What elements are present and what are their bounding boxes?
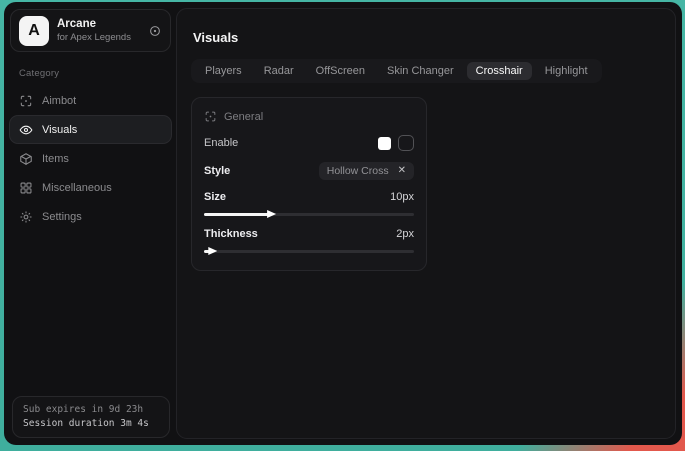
tab-crosshair[interactable]: Crosshair — [467, 62, 532, 80]
brand-name: Arcane — [57, 17, 140, 31]
sidebar-nav: Aimbot Visuals Items — [10, 87, 171, 230]
slider-track[interactable] — [204, 213, 414, 216]
thickness-row: Thickness 2px — [204, 228, 414, 240]
close-icon[interactable]: ✕ — [398, 166, 406, 176]
category-label: Category — [19, 68, 171, 79]
visuals-tabbar: Players Radar OffScreen Skin Changer Cro… — [191, 59, 602, 83]
color-swatch[interactable] — [378, 137, 391, 150]
card-title: General — [224, 111, 263, 123]
tab-radar[interactable]: Radar — [255, 62, 303, 80]
slider-thumb[interactable] — [208, 247, 217, 255]
sidebar-item-label: Miscellaneous — [42, 182, 112, 194]
brand-card: A Arcane for Apex Legends — [10, 9, 171, 52]
brand-subtitle: for Apex Legends — [57, 32, 140, 44]
enable-row: Enable — [204, 135, 414, 151]
tab-skin-changer[interactable]: Skin Changer — [378, 62, 463, 80]
tab-offscreen[interactable]: OffScreen — [307, 62, 374, 80]
sidebar-item-label: Visuals — [42, 124, 77, 136]
page-title: Visuals — [193, 30, 661, 45]
sidebar-item-visuals[interactable]: Visuals — [10, 116, 171, 143]
scan-icon — [204, 110, 217, 123]
session-duration-text: Session duration 3m 4s — [23, 418, 159, 429]
slider-thumb[interactable] — [267, 210, 276, 218]
subscription-info-card: Sub expires in 9d 23h Session duration 3… — [12, 396, 170, 438]
enable-label: Enable — [204, 137, 238, 149]
sidebar-item-label: Settings — [42, 211, 82, 223]
sidebar-item-items[interactable]: Items — [10, 145, 171, 172]
brand-logo: A — [19, 16, 49, 46]
sidebar-item-label: Items — [42, 153, 69, 165]
card-header: General — [204, 110, 414, 123]
main-panel: Visuals Players Radar OffScreen Skin Cha… — [176, 8, 676, 439]
enable-checkbox[interactable] — [398, 135, 414, 151]
style-value: Hollow Cross — [327, 165, 389, 177]
tab-players[interactable]: Players — [196, 62, 251, 80]
general-settings-card: General Enable Style Hollow Cross ✕ Size… — [191, 97, 427, 271]
tab-highlight[interactable]: Highlight — [536, 62, 597, 80]
size-row: Size 10px — [204, 191, 414, 203]
style-label: Style — [204, 165, 230, 177]
target-icon — [148, 24, 162, 38]
sidebar-item-aimbot[interactable]: Aimbot — [10, 87, 171, 114]
style-dropdown[interactable]: Hollow Cross ✕ — [319, 162, 414, 180]
thickness-value: 2px — [396, 228, 414, 240]
slider-fill — [204, 250, 210, 253]
thickness-slider[interactable] — [204, 246, 414, 256]
app-window: A Arcane for Apex Legends Category — [4, 2, 682, 445]
sidebar-item-miscellaneous[interactable]: Miscellaneous — [10, 174, 171, 201]
brand-text: Arcane for Apex Legends — [57, 17, 140, 43]
sub-expires-text: Sub expires in 9d 23h — [23, 404, 159, 415]
sidebar-item-label: Aimbot — [42, 95, 76, 107]
style-row: Style Hollow Cross ✕ — [204, 162, 414, 180]
gear-icon — [19, 210, 33, 224]
size-label: Size — [204, 191, 226, 203]
slider-track[interactable] — [204, 250, 414, 253]
crosshair-scan-icon — [19, 94, 33, 108]
cube-icon — [19, 152, 33, 166]
grid-icon — [19, 181, 33, 195]
sidebar-item-settings[interactable]: Settings — [10, 203, 171, 230]
size-value: 10px — [390, 191, 414, 203]
eye-icon — [19, 123, 33, 137]
slider-fill — [204, 213, 269, 216]
size-slider[interactable] — [204, 209, 414, 219]
thickness-label: Thickness — [204, 228, 258, 240]
sidebar: A Arcane for Apex Legends Category — [4, 2, 176, 445]
